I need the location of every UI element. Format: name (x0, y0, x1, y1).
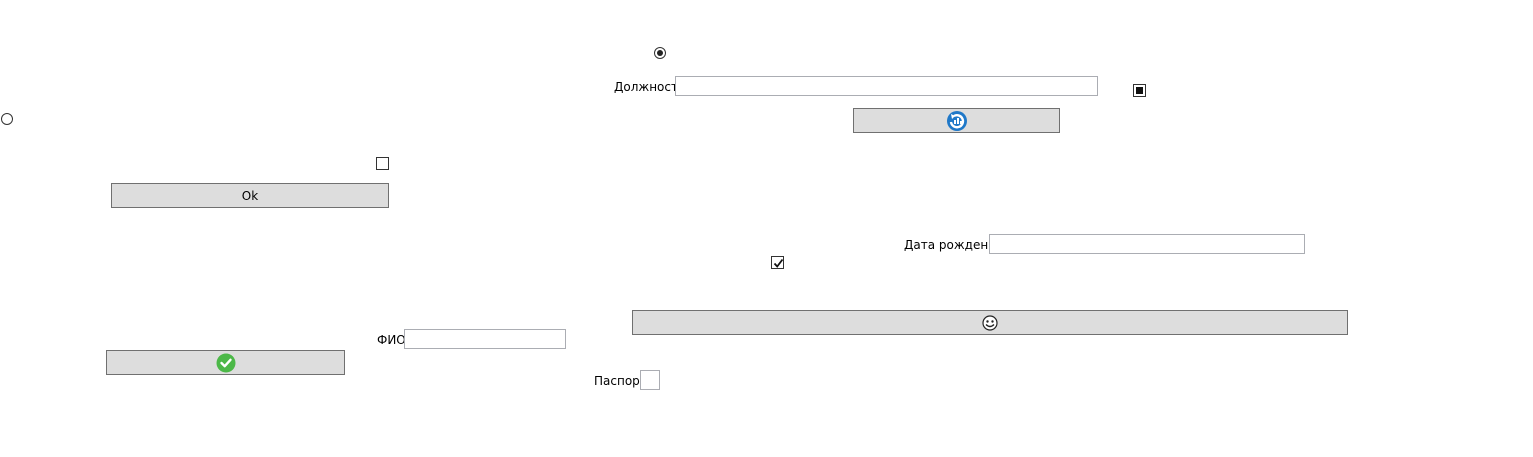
birth-date-input[interactable] (989, 234, 1305, 254)
user-button[interactable] (632, 310, 1348, 335)
checkbox-indeterminate[interactable] (1133, 84, 1146, 97)
checkbox-indeterminate-mark (1136, 87, 1143, 94)
full-name-label: ФИО (377, 333, 406, 347)
refresh-icon (946, 110, 967, 131)
radio-option-top[interactable] (654, 47, 666, 59)
confirm-button[interactable] (106, 350, 345, 375)
radio-selected-dot (657, 50, 663, 56)
user-face-icon (982, 314, 998, 331)
full-name-input[interactable] (404, 329, 566, 349)
check-circle-icon (216, 353, 235, 372)
ok-button[interactable]: Ok (111, 183, 389, 208)
radio-option-left[interactable] (1, 113, 13, 125)
checkbox-checked[interactable] (771, 256, 784, 269)
refresh-button[interactable] (853, 108, 1060, 133)
checkbox-unchecked[interactable] (376, 157, 389, 170)
checkmark-icon (773, 258, 784, 268)
passport-label: Паспорт (594, 374, 647, 388)
position-input[interactable] (675, 76, 1098, 96)
passport-input[interactable] (640, 370, 660, 390)
